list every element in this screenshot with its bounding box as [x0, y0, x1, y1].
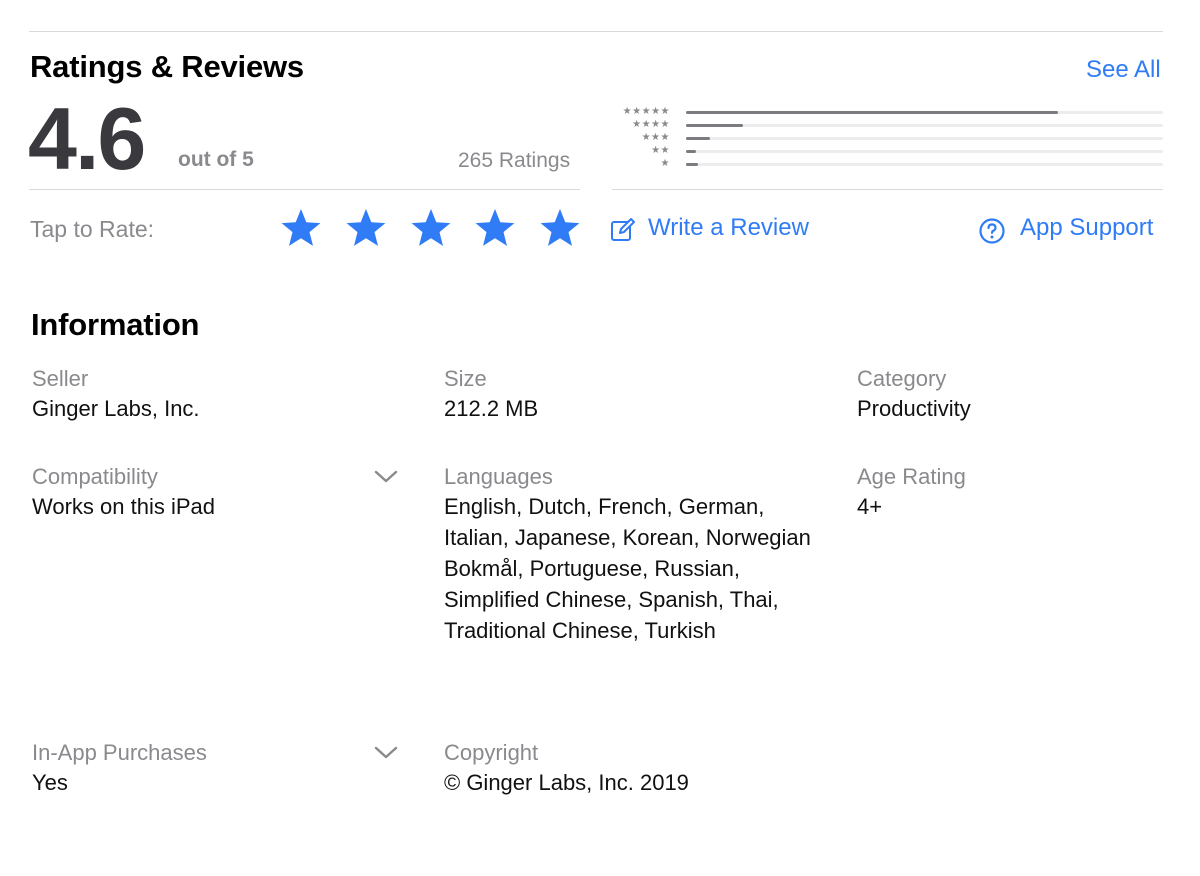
ratings-heading: Ratings & Reviews — [30, 49, 304, 84]
histogram-row: ★★ — [600, 144, 1163, 157]
rate-star-icon[interactable] — [474, 207, 516, 249]
question-circle-icon — [978, 217, 1006, 245]
copyright-label: Copyright — [444, 740, 539, 765]
copyright-value: © Ginger Labs, Inc. 2019 — [444, 770, 689, 795]
histogram-track — [686, 163, 1163, 166]
histogram-row: ★ — [600, 157, 1163, 170]
histogram-star-label: ★ — [660, 158, 670, 169]
write-review-label: Write a Review — [648, 214, 809, 241]
app-support-label: App Support — [1020, 214, 1154, 241]
rate-star-icon[interactable] — [539, 207, 581, 249]
compatibility-section[interactable]: Compatibility Works on this iPad — [32, 462, 402, 532]
see-all-link[interactable]: See All — [1086, 56, 1161, 84]
seller-value: Ginger Labs, Inc. — [32, 396, 200, 421]
histogram-bar — [686, 163, 698, 166]
histogram-bar — [686, 124, 744, 127]
average-rating: 4.6 — [28, 89, 146, 188]
chevron-down-icon — [374, 746, 398, 760]
in-app-purchases-label: In-App Purchases — [32, 740, 207, 765]
compatibility-value: Works on this iPad — [32, 494, 216, 519]
histogram-star-label: ★★★★★ — [622, 106, 670, 117]
age-rating-label: Age Rating — [857, 464, 966, 489]
age-rating-value: 4+ — [857, 494, 883, 519]
top-divider — [29, 31, 1163, 32]
rating-divider-right — [612, 189, 1163, 190]
seller-label: Seller — [32, 366, 89, 391]
histogram-track — [686, 150, 1163, 153]
size-label: Size — [444, 366, 487, 391]
histogram-bar — [686, 111, 1059, 114]
in-app-purchases-section[interactable]: In-App Purchases Yes — [32, 738, 402, 808]
histogram-row: ★★★ — [600, 131, 1163, 144]
category-value: Productivity — [857, 396, 971, 421]
rate-star-icon[interactable] — [280, 207, 322, 249]
histogram-bar — [686, 137, 710, 140]
tap-to-rate-label: Tap to Rate: — [30, 216, 155, 242]
histogram-bar — [686, 150, 696, 153]
histogram-track — [686, 111, 1163, 114]
chevron-down-icon — [374, 470, 398, 484]
in-app-purchases-value: Yes — [32, 770, 68, 795]
histogram-star-label: ★★ — [651, 145, 670, 156]
histogram-row: ★★★★★ — [600, 105, 1163, 118]
histogram-row: ★★★★ — [600, 118, 1163, 131]
histogram-track — [686, 124, 1163, 127]
category-label: Category — [857, 366, 947, 391]
information-heading: Information — [31, 307, 200, 342]
app-support-button[interactable]: App Support — [978, 214, 1163, 246]
histogram-track — [686, 137, 1163, 140]
histogram-star-label: ★★★★ — [632, 119, 670, 130]
compatibility-label: Compatibility — [32, 464, 158, 489]
ratings-count: 265 Ratings — [458, 149, 571, 172]
size-value: 212.2 MB — [444, 396, 539, 421]
rate-star-icon[interactable] — [410, 207, 452, 249]
out-of-label: out of 5 — [178, 148, 254, 171]
languages-label: Languages — [444, 464, 553, 489]
languages-value: English, Dutch, French, German, Italian,… — [444, 494, 811, 643]
rating-divider-left — [29, 189, 580, 190]
rate-star-icon[interactable] — [345, 207, 387, 249]
compose-icon — [610, 217, 636, 243]
histogram-star-label: ★★★ — [641, 132, 670, 143]
